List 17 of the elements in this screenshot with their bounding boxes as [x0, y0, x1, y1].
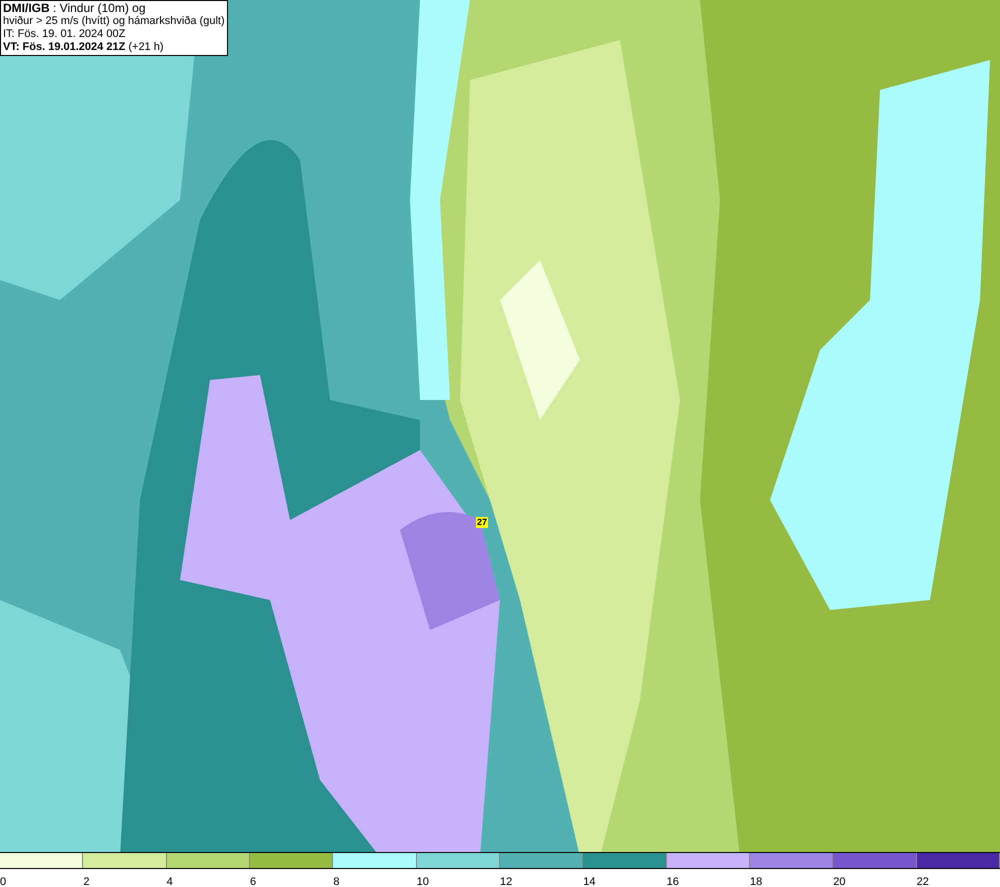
legend-label: 8 [333, 876, 340, 887]
legend-label: 4 [166, 876, 173, 887]
header-line: DMI/IGB : Vindur (10m) og [3, 2, 146, 15]
legend-label: 22 [916, 876, 929, 887]
legend-label: 2 [83, 876, 90, 887]
gust-label: 27 [476, 517, 488, 528]
legend-label: 10 [416, 876, 429, 887]
legend-label: 18 [750, 876, 762, 887]
legend-label: 0 [0, 876, 6, 887]
header-line: VT: Fös. 19.01.2024 21Z (+21 h) [3, 41, 165, 54]
header-line: hviður > 25 m/s (hvítt) og hámarkshviða (gult) [3, 15, 225, 28]
legend-label: 16 [666, 876, 679, 887]
legend-label: 6 [250, 876, 256, 887]
header-line: IT: Fös. 19. 01. 2024 00Z [3, 28, 126, 41]
legend-label: 12 [500, 876, 512, 887]
legend-label: 14 [583, 876, 596, 887]
legend-label: 20 [833, 876, 846, 887]
